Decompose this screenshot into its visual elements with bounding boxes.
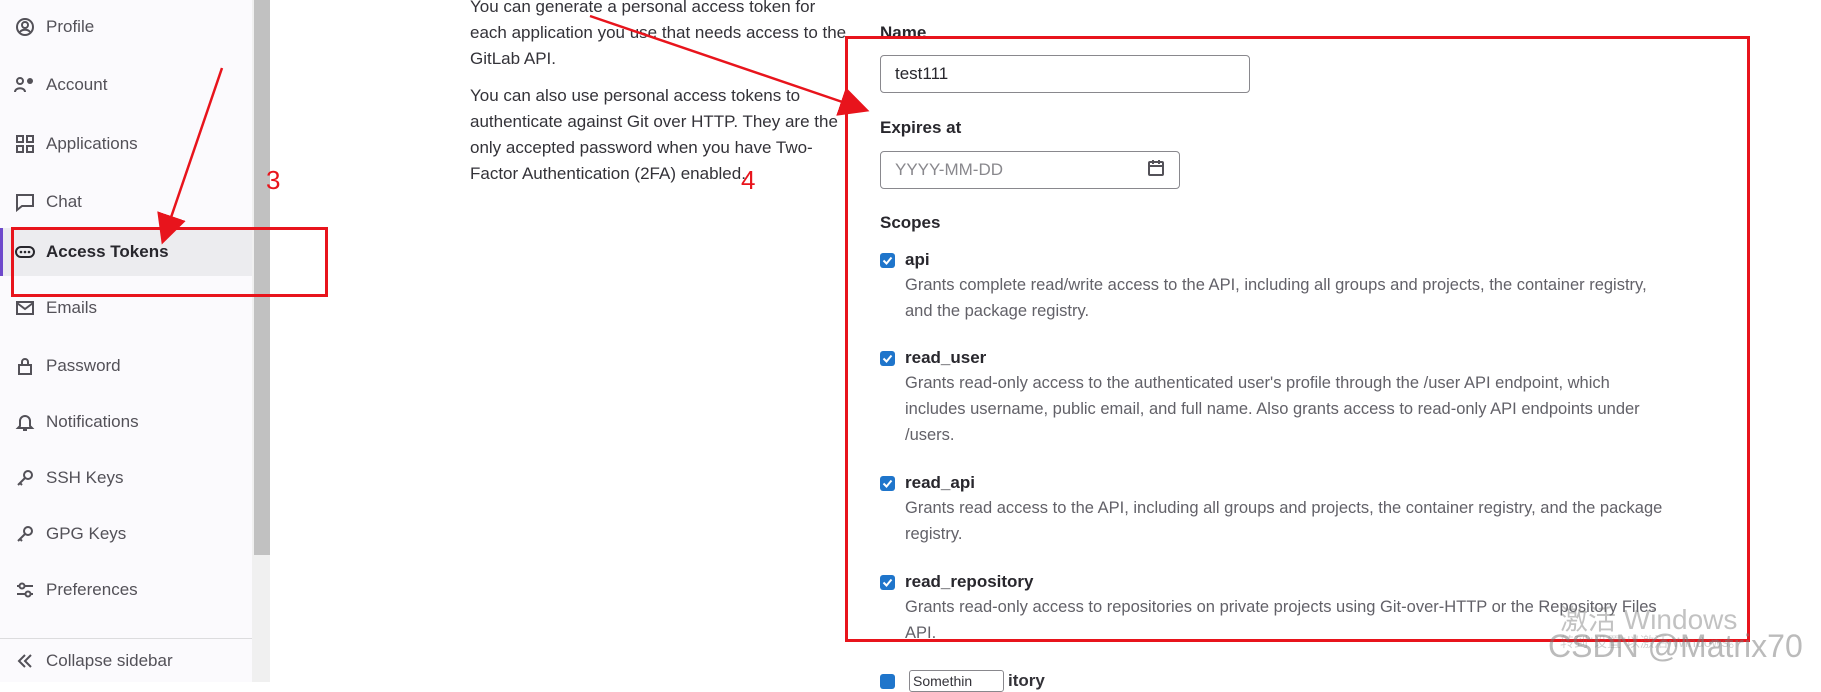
scope-partial-checkbox[interactable] [880, 673, 895, 689]
sidebar-item-label: Account [46, 75, 108, 94]
annotation-box-access-tokens [11, 227, 328, 297]
sidebar-item-label: Profile [46, 17, 95, 36]
double-chevron-left-icon [14, 652, 36, 670]
sidebar-item-password[interactable]: Password [0, 342, 252, 390]
sidebar-item-label: Password [46, 356, 121, 375]
key-icon [14, 467, 36, 489]
sidebar-item-label: Emails [46, 298, 98, 317]
description-paragraph-1: each application you use that needs acce… [470, 23, 847, 68]
applications-icon [14, 133, 36, 155]
profile-icon [14, 16, 36, 38]
scope-partial: Somethin itory [880, 670, 1045, 692]
sidebar-item-label: Notifications [46, 412, 139, 431]
chat-icon [14, 191, 36, 213]
scope-partial-name: itory [1008, 671, 1045, 690]
sidebar-item-label: GPG Keys [46, 524, 127, 543]
description-paragraph-2: You can also use personal access tokens … [470, 86, 838, 183]
sidebar-item-profile[interactable]: Profile [0, 3, 252, 51]
sidebar-item-label: Chat [46, 192, 82, 211]
sidebar-item-preferences[interactable]: Preferences [0, 566, 252, 614]
email-icon [14, 297, 36, 319]
csdn-watermark: CSDN @Matrix70 [1548, 628, 1803, 664]
annotation-number-3: 3 [266, 165, 281, 195]
token-description-2: You can also use personal access tokens … [470, 83, 850, 187]
description-line-partial: You can generate a personal access token… [470, 0, 816, 16]
token-description: You can generate a personal access token… [470, 0, 850, 72]
annotation-number-4: 4 [741, 165, 756, 195]
sidebar-item-chat[interactable]: Chat [0, 178, 252, 226]
sidebar-item-account[interactable]: Account [0, 61, 252, 109]
annotation-box-form [845, 36, 1750, 642]
lock-icon [14, 355, 36, 377]
collapse-sidebar-label: Collapse sidebar [46, 651, 173, 670]
account-icon [14, 74, 36, 96]
preferences-icon [14, 579, 36, 601]
scope-partial-text: Somethin [909, 670, 1004, 692]
sidebar-item-label: Preferences [46, 580, 138, 599]
sidebar-item-ssh-keys[interactable]: SSH Keys [0, 454, 252, 502]
sidebar-item-label: Applications [46, 134, 138, 153]
sidebar-item-gpg-keys[interactable]: GPG Keys [0, 510, 252, 558]
sidebar-item-applications[interactable]: Applications [0, 120, 252, 168]
sidebar-item-notifications[interactable]: Notifications [0, 398, 252, 446]
sidebar-scrollbar[interactable] [252, 0, 270, 682]
key-icon [14, 523, 36, 545]
sidebar-item-label: SSH Keys [46, 468, 124, 487]
sidebar: Profile Account Applications Chat Access… [0, 0, 253, 682]
collapse-sidebar-button[interactable]: Collapse sidebar [0, 638, 252, 683]
bell-icon [14, 411, 36, 433]
